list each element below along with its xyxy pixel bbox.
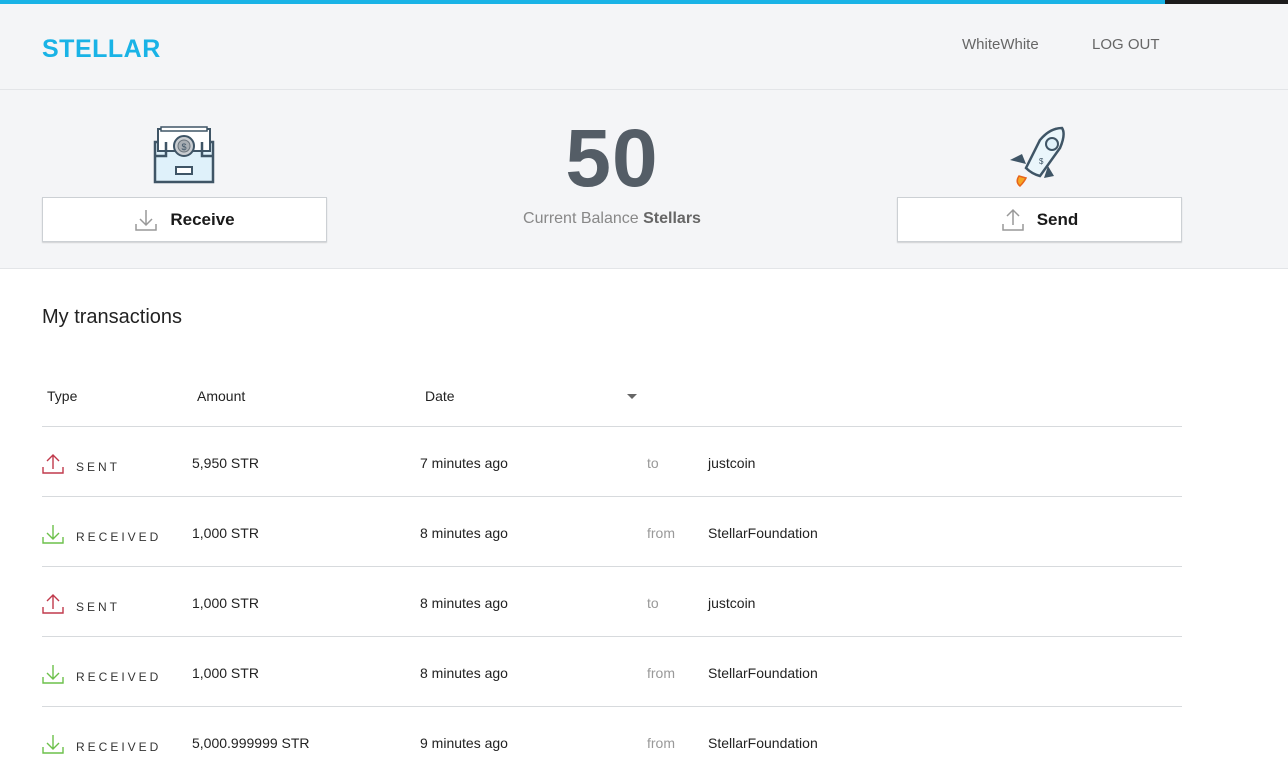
transaction-type: RECEIVED	[76, 530, 162, 544]
balance-caption-unit: Stellars	[643, 210, 701, 227]
transaction-direction: from	[647, 735, 675, 751]
transaction-date: 8 minutes ago	[420, 665, 508, 681]
table-row[interactable]: RECEIVED 1,000 STR 8 minutes ago from St…	[42, 636, 1182, 706]
table-row[interactable]: RECEIVED 5,000.999999 STR 9 minutes ago …	[42, 706, 1182, 776]
transaction-type: RECEIVED	[76, 740, 162, 754]
balance-caption-prefix: Current Balance	[523, 210, 639, 227]
transaction-type: SENT	[76, 460, 121, 474]
transaction-direction: from	[647, 665, 675, 681]
transaction-date: 9 minutes ago	[420, 735, 508, 751]
transaction-direction: to	[647, 595, 659, 611]
logout-link[interactable]: LOG OUT	[1092, 36, 1160, 53]
sort-caret-icon[interactable]	[627, 394, 637, 399]
sent-arrow-icon	[42, 454, 64, 474]
send-button[interactable]: Send	[897, 197, 1182, 242]
upload-arrow-icon	[1001, 208, 1024, 231]
send-button-label: Send	[1036, 209, 1079, 229]
transaction-type: RECEIVED	[76, 670, 162, 684]
transaction-counterparty[interactable]: StellarFoundation	[708, 735, 818, 751]
transaction-counterparty[interactable]: justcoin	[708, 595, 755, 611]
transaction-amount: 1,000 STR	[192, 525, 259, 541]
balance-panel: $ Receive 50 Current Balance Stellars $ …	[0, 90, 1288, 269]
transaction-counterparty[interactable]: justcoin	[708, 455, 755, 471]
svg-text:$: $	[1039, 157, 1044, 166]
transaction-type: SENT	[76, 600, 121, 614]
table-row[interactable]: RECEIVED 1,000 STR 8 minutes ago from St…	[42, 496, 1182, 566]
received-arrow-icon	[42, 665, 64, 684]
transaction-amount: 1,000 STR	[192, 595, 259, 611]
transaction-counterparty[interactable]: StellarFoundation	[708, 665, 818, 681]
stellar-logo[interactable]: STELLAR	[42, 35, 161, 64]
table-row[interactable]: SENT 5,950 STR 7 minutes ago to justcoin	[42, 426, 1182, 496]
transaction-amount: 5,000.999999 STR	[192, 735, 310, 751]
transaction-amount: 1,000 STR	[192, 665, 259, 681]
transaction-direction: to	[647, 455, 659, 471]
column-header-amount[interactable]: Amount	[197, 388, 245, 404]
table-row[interactable]: SENT 1,000 STR 8 minutes ago to justcoin	[42, 566, 1182, 636]
received-arrow-icon	[42, 525, 64, 544]
username-link[interactable]: WhiteWhite	[962, 36, 1039, 53]
transaction-counterparty[interactable]: StellarFoundation	[708, 525, 818, 541]
transaction-direction: from	[647, 525, 675, 541]
transactions-title: My transactions	[42, 306, 183, 328]
transaction-date: 8 minutes ago	[420, 595, 508, 611]
received-arrow-icon	[42, 735, 64, 754]
app-header: STELLAR WhiteWhite LOG OUT	[0, 4, 1288, 90]
transaction-amount: 5,950 STR	[192, 455, 259, 471]
column-header-date[interactable]: Date	[425, 388, 455, 404]
rocket-icon: $	[1010, 126, 1065, 188]
transaction-date: 8 minutes ago	[420, 525, 508, 541]
sent-arrow-icon	[42, 594, 64, 614]
transaction-date: 7 minutes ago	[420, 455, 508, 471]
column-header-type[interactable]: Type	[47, 388, 77, 404]
